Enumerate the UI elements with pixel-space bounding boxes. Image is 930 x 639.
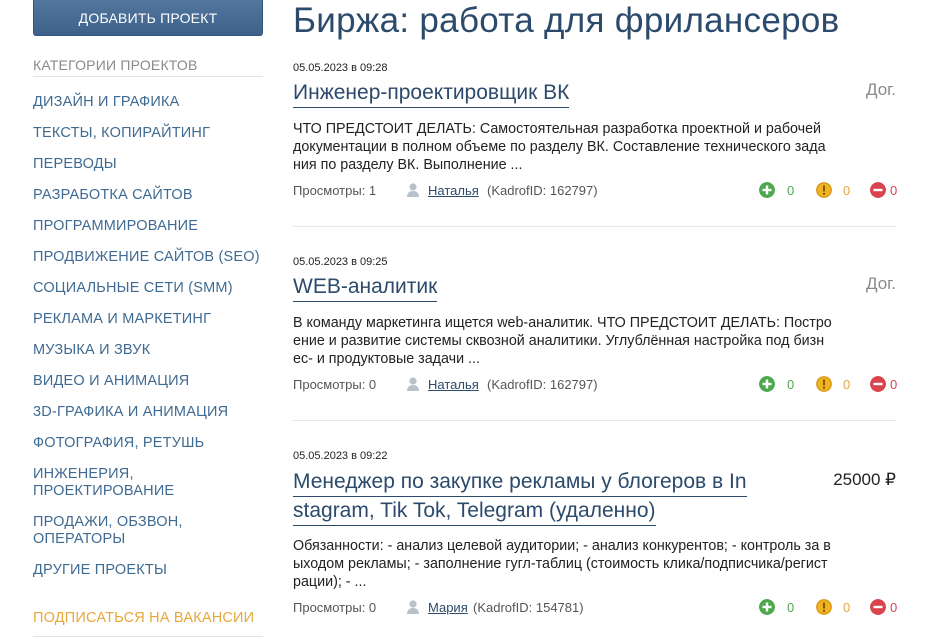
project-meta: Просмотры: 0 Мария (KadrofID: 154781) 0 …: [293, 599, 898, 618]
votes: 0 0 0: [759, 599, 898, 617]
project-divider: [293, 420, 896, 421]
project-title-link[interactable]: WEB-аналитик: [293, 273, 438, 302]
category-seo[interactable]: ПРОДВИЖЕНИЕ САЙТОВ (SEO): [33, 249, 263, 266]
project-meta: Просмотры: 0 Наталья (KadrofID: 162797) …: [293, 376, 898, 395]
plus-vote-icon[interactable]: [759, 376, 775, 392]
description-line: ение и развитие системы сквозной аналити…: [293, 333, 825, 349]
project-title-link[interactable]: Менеджер по закупке рекламы у блогеров в…: [293, 468, 747, 497]
category-sales[interactable]: ПРОДАЖИ, ОБЗВОН, ОПЕРАТОРЫ: [33, 514, 203, 548]
kadrof-id: (KadrofID: 154781): [473, 600, 584, 615]
project-header: WEB-аналитик Дог.: [293, 273, 896, 302]
views-count: Просмотры: 0: [293, 377, 377, 392]
neutral-count: 0: [843, 183, 851, 198]
project-card: 05.05.2023 в 09:28 Инженер-проектировщик…: [293, 62, 898, 201]
category-web-development[interactable]: РАЗРАБОТКА САЙТОВ: [33, 187, 263, 204]
category-video[interactable]: ВИДЕО И АНИМАЦИЯ: [33, 373, 263, 390]
minus-count: 0: [890, 600, 898, 615]
categories-title: КАТЕГОРИИ ПРОЕКТОВ: [33, 57, 263, 77]
project-title-link[interactable]: Инженер-проектировщик ВК: [293, 79, 570, 108]
project-date: 05.05.2023 в 09:22: [293, 450, 388, 462]
project-price: Дог.: [865, 274, 896, 293]
category-engineering[interactable]: ИНЖЕНЕРИЯ, ПРОЕКТИРОВАНИЕ: [33, 466, 193, 500]
author-link[interactable]: Наталья: [428, 183, 479, 198]
plus-count: 0: [787, 377, 795, 392]
project-price: 25000 ₽: [833, 470, 896, 489]
plus-vote-icon[interactable]: [759, 182, 775, 198]
user-icon: [407, 183, 419, 197]
neutral-vote-icon[interactable]: [816, 599, 832, 615]
description-line: ЧТО ПРЕДСТОИТ ДЕЛАТЬ: Самостоятельная ра…: [293, 121, 822, 137]
plus-count: 0: [787, 600, 795, 615]
user-icon: [407, 377, 419, 391]
subscribe-vacancies-link[interactable]: ПОДПИСАТЬСЯ НА ВАКАНСИИ: [33, 610, 254, 626]
category-programming[interactable]: ПРОГРАММИРОВАНИЕ: [33, 218, 263, 235]
add-project-button[interactable]: ДОБАВИТЬ ПРОЕКТ: [33, 0, 263, 36]
minus-count: 0: [890, 377, 898, 392]
project-header: Инженер-проектировщик ВК Дог.: [293, 79, 896, 108]
category-music[interactable]: МУЗЫКА И ЗВУК: [33, 342, 263, 359]
project-date: 05.05.2023 в 09:25: [293, 256, 388, 268]
description-line: ес- и продуктовые задачи ...: [293, 351, 480, 367]
neutral-count: 0: [843, 600, 851, 615]
project-price: Дог.: [865, 80, 896, 99]
category-smm[interactable]: СОЦИАЛЬНЫЕ СЕТИ (SMM): [33, 280, 263, 297]
user-icon: [407, 600, 419, 614]
views-count: Просмотры: 1: [293, 183, 377, 198]
votes: 0 0 0: [759, 182, 898, 200]
description-line: ния по разделу ВК. Выполнение ...: [293, 157, 523, 173]
project-description: Обязанности: - анализ целевой аудитории;…: [293, 537, 896, 591]
description-line: Обязанности: - анализ целевой аудитории;…: [293, 538, 831, 554]
kadrof-id: (KadrofID: 162797): [487, 377, 598, 392]
project-date: 05.05.2023 в 09:28: [293, 62, 388, 74]
sidebar-divider: [33, 636, 263, 637]
project-divider: [293, 226, 896, 227]
project-meta: Просмотры: 1 Наталья (KadrofID: 162797) …: [293, 182, 898, 201]
neutral-count: 0: [843, 377, 851, 392]
category-texts[interactable]: ТЕКСТЫ, КОПИРАЙТИНГ: [33, 125, 263, 142]
description-line: ыходом рекламы; - заполнение гугл-таблиц…: [293, 556, 828, 572]
category-translations[interactable]: ПЕРЕВОДЫ: [33, 156, 263, 173]
plus-count: 0: [787, 183, 795, 198]
minus-vote-icon[interactable]: [870, 599, 886, 615]
project-description: В команду маркетинга ищется web-аналитик…: [293, 314, 896, 368]
project-description: ЧТО ПРЕДСТОИТ ДЕЛАТЬ: Самостоятельная ра…: [293, 120, 896, 174]
project-card: 05.05.2023 в 09:22 Менеджер по закупке р…: [293, 450, 898, 618]
author-link[interactable]: Мария: [428, 600, 468, 615]
description-line: документации в полном объеме по разделу …: [293, 139, 826, 155]
minus-vote-icon[interactable]: [870, 182, 886, 198]
views-count: Просмотры: 0: [293, 600, 377, 615]
category-3d[interactable]: 3D-ГРАФИКА И АНИМАЦИЯ: [33, 404, 263, 421]
project-card: 05.05.2023 в 09:25 WEB-аналитик Дог. В к…: [293, 256, 898, 395]
category-marketing[interactable]: РЕКЛАМА И МАРКЕТИНГ: [33, 311, 263, 328]
minus-vote-icon[interactable]: [870, 376, 886, 392]
description-line: В команду маркетинга ищется web-аналитик…: [293, 315, 832, 331]
votes: 0 0 0: [759, 376, 898, 394]
author-link[interactable]: Наталья: [428, 377, 479, 392]
category-photo[interactable]: ФОТОГРАФИЯ, РЕТУШЬ: [33, 435, 263, 452]
minus-count: 0: [890, 183, 898, 198]
neutral-vote-icon[interactable]: [816, 376, 832, 392]
project-header: Менеджер по закупке рекламы у блогеров в…: [293, 468, 896, 526]
page-title: Биржа: работа для фрилансеров: [293, 1, 840, 40]
description-line: рации); - ...: [293, 574, 367, 590]
plus-vote-icon[interactable]: [759, 599, 775, 615]
kadrof-id: (KadrofID: 162797): [487, 183, 598, 198]
category-list: ДИЗАЙН И ГРАФИКА ТЕКСТЫ, КОПИРАЙТИНГ ПЕР…: [33, 94, 263, 579]
category-design[interactable]: ДИЗАЙН И ГРАФИКА: [33, 94, 263, 111]
project-title-link[interactable]: stagram, Tik Tok, Telegram (удаленно): [293, 497, 656, 526]
neutral-vote-icon[interactable]: [816, 182, 832, 198]
category-other[interactable]: ДРУГИЕ ПРОЕКТЫ: [33, 562, 263, 579]
sidebar: ДОБАВИТЬ ПРОЕКТ КАТЕГОРИИ ПРОЕКТОВ ДИЗАЙ…: [33, 0, 263, 637]
